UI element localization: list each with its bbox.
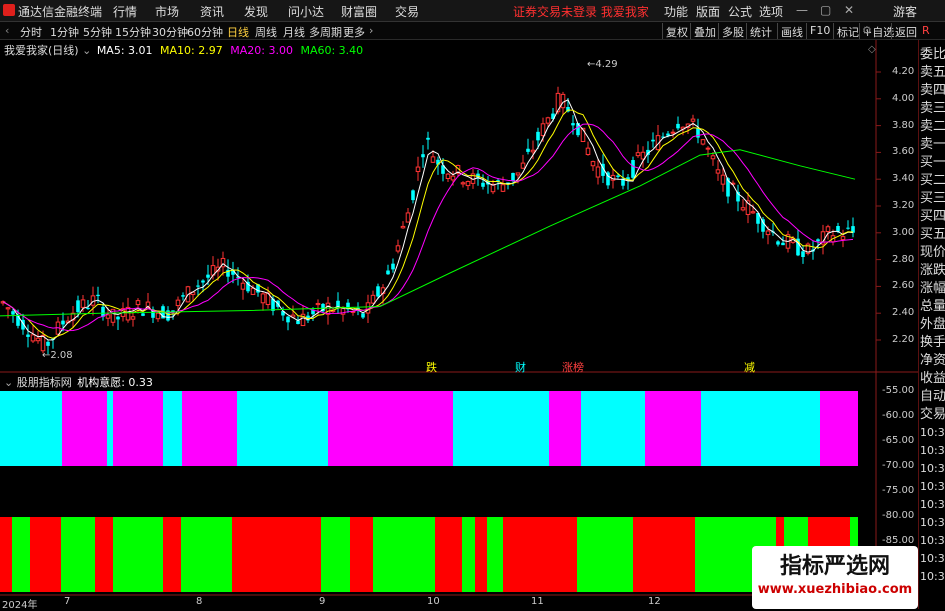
x-tick-label: 10	[427, 596, 440, 607]
y-tick-label: 3.80	[892, 119, 915, 131]
sub-chart-legend: ⌄ 股朋指标网 机构意愿: 0.33	[4, 374, 153, 390]
low-price-label: ←2.08	[42, 350, 73, 361]
y-tick-label: 3.60	[892, 146, 915, 158]
x-tick-label: 12	[648, 596, 661, 607]
watermark: 指标严选网 www.xuezhibiao.com	[752, 546, 918, 609]
sidebar-item-24[interactable]: 10:36	[920, 478, 945, 496]
sidebar-item-29[interactable]: 10:36	[920, 568, 945, 586]
sidebar-item-12[interactable]: 涨跌	[920, 262, 945, 280]
sidebar-item-18[interactable]: 收益	[920, 370, 945, 388]
sidebar-item-4[interactable]: 卖二	[920, 118, 945, 136]
x-tick-label: 9	[319, 596, 326, 607]
sidebar-item-19[interactable]: 自动	[920, 388, 945, 406]
sidebar-item-27[interactable]: 10:36	[920, 532, 945, 550]
high-price-label: ←4.29	[587, 59, 618, 70]
quote-sidebar: 委比 卖五 卖四 卖三 卖二 卖一 买一 买二 买三 买四 买五 现价 涨跌 涨幅 总量 外盘 换手 净资 收益 自动…	[918, 40, 945, 609]
sidebar-item-9[interactable]: 买四	[920, 208, 945, 226]
sidebar-item-17[interactable]: 净资	[920, 352, 945, 370]
sub-y-tick-label: -70.00	[882, 460, 915, 471]
x-tick-label: 8	[196, 596, 203, 607]
sidebar-item-15[interactable]: 外盘	[920, 316, 945, 334]
y-tick-label: 2.80	[892, 253, 915, 265]
chevron-down-icon[interactable]: ⌄	[4, 376, 13, 389]
sidebar-item-22[interactable]: 10:36	[920, 442, 945, 460]
sidebar-item-21[interactable]: 10:36	[920, 424, 945, 442]
sidebar-item-3[interactable]: 卖三	[920, 100, 945, 118]
sidebar-item-6[interactable]: 买一	[920, 154, 945, 172]
sub-y-tick-label: -55.00	[882, 385, 915, 396]
sidebar-item-2[interactable]: 卖四	[920, 82, 945, 100]
sub-y-tick-label: -80.00	[882, 510, 915, 521]
indicator-bands	[0, 391, 858, 592]
watermark-url: www.xuezhibiao.com	[757, 582, 913, 597]
sidebar-item-20[interactable]: 交易	[920, 406, 945, 424]
kline-chart[interactable]	[0, 0, 945, 609]
event-tag-rank[interactable]: 涨榜	[562, 359, 584, 375]
indicator-value: 机构意愿: 0.33	[77, 376, 153, 389]
y-tick-label: 4.20	[892, 66, 915, 77]
sub-y-tick-label: -60.00	[882, 410, 915, 421]
sidebar-item-10[interactable]: 买五	[920, 226, 945, 244]
candlesticks	[0, 86, 855, 355]
sidebar-item-28[interactable]: 10:36	[920, 550, 945, 568]
event-tag-finance[interactable]: 财	[515, 359, 526, 375]
sidebar-item-23[interactable]: 10:36	[920, 460, 945, 478]
y-tick-label: 2.60	[892, 280, 915, 292]
event-tag-reduce[interactable]: 减	[744, 359, 755, 375]
indicator-name[interactable]: 股朋指标网	[17, 376, 72, 389]
sub-y-tick-label: -85.00	[882, 535, 915, 546]
y-tick-label: 2.40	[892, 307, 915, 319]
sidebar-item-25[interactable]: 10:36	[920, 496, 945, 514]
y-axis	[876, 71, 881, 341]
event-tag-fall[interactable]: 跌	[426, 359, 437, 375]
sidebar-item-8[interactable]: 买三	[920, 190, 945, 208]
y-tick-label: 3.00	[892, 226, 915, 238]
sidebar-item-11[interactable]: 现价	[920, 244, 945, 262]
y-tick-label: 4.00	[892, 92, 915, 104]
sub-y-tick-label: -75.00	[882, 485, 915, 496]
sidebar-item-26[interactable]: 10:36	[920, 514, 945, 532]
x-tick-label: 7	[64, 596, 71, 607]
sidebar-item-7[interactable]: 买二	[920, 172, 945, 190]
sidebar-item-5[interactable]: 卖一	[920, 136, 945, 154]
y-tick-label: 3.40	[892, 173, 915, 185]
x-tick-label: 11	[531, 596, 544, 607]
sidebar-item-13[interactable]: 涨幅	[920, 280, 945, 298]
sub-y-tick-label: -65.00	[882, 435, 915, 446]
y-tick-label: 2.20	[892, 334, 915, 345]
watermark-title: 指标严选网	[779, 554, 890, 579]
y-tick-label: 3.20	[892, 200, 915, 211]
sidebar-item-14[interactable]: 总量	[920, 298, 945, 316]
sidebar-item-0[interactable]: 委比	[920, 46, 945, 64]
sidebar-item-16[interactable]: 换手	[920, 334, 945, 352]
sidebar-item-1[interactable]: 卖五	[920, 64, 945, 82]
